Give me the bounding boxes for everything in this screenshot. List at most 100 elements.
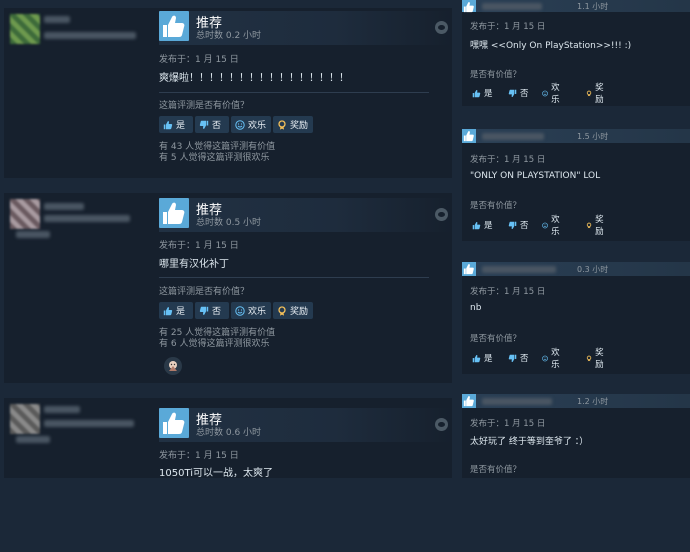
side-review-card: 0.3 小时 发布于：1 月 15 日 nb 是否有价值？ 是 否 欢乐 奖励 bbox=[462, 262, 690, 374]
side-review-header[interactable]: 1.5 小时 bbox=[462, 129, 690, 143]
vote-no-button[interactable]: 否 bbox=[506, 218, 531, 232]
author-block[interactable] bbox=[8, 12, 154, 162]
recommendation-header[interactable]: 推荐 总时数 0.2 小时 bbox=[159, 11, 452, 45]
side-review-card: 1.1 小时 发布于：1 月 15 日 嘿嘿 <<Only On PlaySta… bbox=[462, 0, 690, 106]
posted-date: 发布于：1 月 15 日 bbox=[470, 419, 546, 429]
hours-played: 总时数 0.5 小时 bbox=[196, 218, 262, 228]
award-label: 奖励 bbox=[290, 307, 309, 317]
thumbs-down-icon bbox=[508, 89, 517, 98]
vote-funny-button[interactable]: 欢乐 bbox=[540, 348, 565, 370]
posted-date: 发布于：1 月 15 日 bbox=[470, 287, 546, 297]
avatar[interactable] bbox=[10, 404, 40, 434]
award-label: 奖励 bbox=[595, 83, 604, 105]
award-label: 奖励 bbox=[595, 215, 604, 237]
vote-yes-button[interactable]: 是 bbox=[470, 351, 495, 365]
smile-icon bbox=[542, 89, 548, 98]
vote-funny-label: 欢乐 bbox=[248, 307, 267, 317]
award-icon bbox=[586, 89, 592, 98]
side-review-card: 1.2 小时 发布于：1 月 15 日 太好玩了 终于等到奎爷了 ：） 是否有价… bbox=[462, 394, 690, 478]
posted-date: 发布于：1 月 15 日 bbox=[159, 55, 239, 65]
helpful-question: 这篇评测是否有价值？ bbox=[159, 101, 250, 111]
author-name-blurred bbox=[482, 398, 552, 405]
thumbs-up-icon bbox=[472, 354, 481, 363]
thumbs-up-icon bbox=[472, 221, 481, 230]
vote-stats: 有 43 人觉得这篇评测有价值 有 5 人觉得这篇评测很欢乐 bbox=[159, 142, 275, 164]
author-extra-blurred bbox=[16, 436, 50, 443]
posted-date: 发布于：1 月 15 日 bbox=[159, 451, 239, 461]
avatar[interactable] bbox=[10, 14, 40, 44]
side-review-card: 1.5 小时 发布于：1 月 15 日 "ONLY ON PLAYSTATION… bbox=[462, 129, 690, 241]
award-button[interactable]: 奖励 bbox=[584, 215, 609, 237]
author-extra-blurred bbox=[16, 231, 50, 238]
recommendation-header[interactable]: 推荐 总时数 0.6 小时 bbox=[159, 408, 452, 442]
vote-stats: 有 25 人觉得这篇评测有价值 有 6 人觉得这篇评测很欢乐 bbox=[159, 328, 275, 350]
review-text: 1050Ti可以一战，太爽了 bbox=[159, 468, 274, 479]
vote-yes-label: 是 bbox=[176, 121, 186, 131]
author-block[interactable] bbox=[8, 402, 154, 552]
posted-date: 发布于：1 月 15 日 bbox=[470, 155, 546, 165]
award-button[interactable]: 奖励 bbox=[584, 83, 609, 105]
vote-no-button[interactable]: 否 bbox=[195, 116, 229, 133]
vote-no-button[interactable]: 否 bbox=[195, 302, 229, 319]
author-name-blurred bbox=[44, 406, 80, 413]
divider bbox=[159, 92, 429, 93]
thumbs-up-icon bbox=[472, 89, 481, 98]
helpful-question: 是否有价值？ bbox=[470, 201, 522, 211]
hours-played: 1.5 小时 bbox=[577, 132, 609, 141]
review-text: 爽爆啦！！！！！！！！！！！！！！！！ bbox=[159, 73, 349, 84]
review-text: 太好玩了 终于等到奎爷了 ：） bbox=[470, 437, 589, 447]
vote-yes-button[interactable]: 是 bbox=[470, 218, 495, 232]
vote-funny-button[interactable]: 欢乐 bbox=[540, 83, 565, 105]
hours-played: 0.3 小时 bbox=[577, 265, 609, 274]
vote-yes-label: 是 bbox=[484, 89, 493, 99]
author-info-blurred bbox=[44, 215, 130, 222]
thumbs-down-icon bbox=[508, 221, 517, 230]
vote-funny-button[interactable]: 欢乐 bbox=[231, 302, 271, 319]
helpful-question: 是否有价值？ bbox=[470, 334, 522, 344]
vote-no-label: 否 bbox=[520, 89, 529, 99]
thumbs-up-icon bbox=[159, 408, 189, 438]
vote-no-button[interactable]: 否 bbox=[506, 351, 531, 365]
vote-no-label: 否 bbox=[520, 354, 529, 364]
author-block[interactable] bbox=[8, 197, 154, 347]
vote-funny-button[interactable]: 欢乐 bbox=[231, 116, 271, 133]
received-award-icon[interactable] bbox=[164, 357, 182, 375]
thumbs-up-icon bbox=[159, 11, 189, 41]
thumbs-up-icon bbox=[462, 394, 476, 408]
vote-yes-label: 是 bbox=[484, 354, 493, 364]
review-text: nb bbox=[470, 303, 482, 313]
author-name-blurred bbox=[44, 203, 84, 210]
review-text: "ONLY ON PLAYSTATION" LOL bbox=[470, 171, 601, 181]
vote-funny-label: 欢乐 bbox=[551, 348, 560, 370]
hours-played: 1.2 小时 bbox=[577, 397, 609, 406]
thumbs-down-icon bbox=[508, 354, 517, 363]
helpful-count: 有 43 人觉得这篇评测有价值 bbox=[159, 142, 276, 152]
vote-yes-button[interactable]: 是 bbox=[159, 302, 193, 319]
side-review-header[interactable]: 0.3 小时 bbox=[462, 262, 690, 276]
steam-icon bbox=[435, 21, 448, 34]
award-button[interactable]: 奖励 bbox=[273, 302, 313, 319]
funny-count: 有 5 人觉得这篇评测很欢乐 bbox=[159, 153, 270, 163]
thumbs-down-icon bbox=[199, 306, 209, 316]
smile-icon bbox=[235, 306, 245, 316]
author-name-blurred bbox=[482, 3, 542, 10]
thumbs-up-icon bbox=[462, 262, 476, 276]
avatar[interactable] bbox=[10, 199, 40, 229]
review-card: 推荐 总时数 0.5 小时 发布于：1 月 15 日 哪里有汉化补丁 这篇评测是… bbox=[4, 193, 452, 383]
author-name-blurred bbox=[44, 16, 70, 23]
recommendation-header[interactable]: 推荐 总时数 0.5 小时 bbox=[159, 198, 452, 232]
author-info-blurred bbox=[44, 420, 134, 427]
thumbs-up-icon bbox=[462, 0, 476, 12]
award-button[interactable]: 奖励 bbox=[273, 116, 313, 133]
side-review-header[interactable]: 1.2 小时 bbox=[462, 394, 690, 408]
vote-funny-button[interactable]: 欢乐 bbox=[540, 215, 565, 237]
vote-yes-label: 是 bbox=[484, 221, 493, 231]
vote-no-button[interactable]: 否 bbox=[506, 86, 531, 100]
vote-yes-button[interactable]: 是 bbox=[470, 86, 495, 100]
award-button[interactable]: 奖励 bbox=[584, 348, 609, 370]
vote-yes-button[interactable]: 是 bbox=[159, 116, 193, 133]
side-review-header[interactable]: 1.1 小时 bbox=[462, 0, 690, 12]
steam-icon bbox=[435, 418, 448, 431]
vote-no-label: 否 bbox=[212, 121, 222, 131]
divider bbox=[159, 277, 429, 278]
